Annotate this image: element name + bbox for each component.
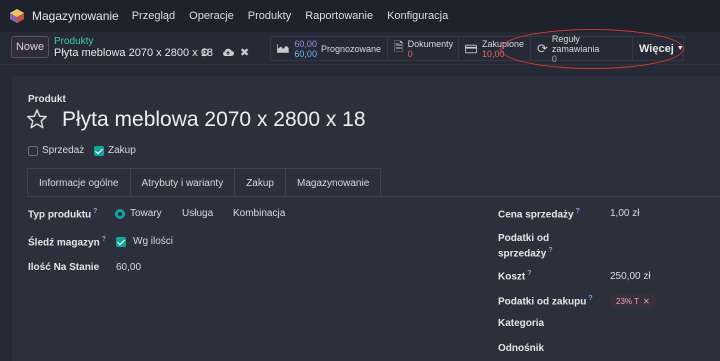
documents-label: Dokumenty bbox=[407, 38, 454, 49]
forecast-value-a: 60,00 bbox=[294, 38, 317, 49]
help-icon[interactable]: ? bbox=[576, 208, 580, 215]
menu-reporting[interactable]: Raportowanie bbox=[305, 10, 373, 22]
product-title[interactable]: Płyta meblowa 2070 x 2800 x 18 bbox=[62, 108, 366, 132]
product-type-goods-label: Towary bbox=[130, 208, 162, 219]
menu-overview[interactable]: Przegląd bbox=[132, 10, 175, 22]
documents-smart-button[interactable]: 🗎 Dokumenty 0 bbox=[388, 37, 459, 60]
track-inventory-label-text: Śledź magazyn bbox=[28, 237, 100, 249]
help-icon[interactable]: ? bbox=[588, 295, 592, 302]
product-type-combo-label[interactable]: Kombinacja bbox=[233, 208, 285, 219]
category-label: Kategoria bbox=[498, 318, 545, 329]
cost-label: Koszt? bbox=[498, 270, 532, 282]
tab-inventory[interactable]: Magazynowanie bbox=[286, 169, 380, 197]
forecast-value-b: 60,00 bbox=[294, 48, 317, 59]
purchase-tax-tag-label: 23% T bbox=[616, 296, 639, 306]
product-type-label-text: Typ produktu bbox=[28, 209, 92, 221]
breadcrumb-current: Płyta meblowa 2070 x 2800 x 18 bbox=[54, 47, 213, 59]
track-inventory-checkbox[interactable] bbox=[116, 237, 126, 247]
help-icon[interactable]: ? bbox=[548, 247, 552, 254]
sale-tax-label-line1: Podatki od bbox=[498, 233, 550, 244]
tab-attributes-variants[interactable]: Atrybuty i warianty bbox=[131, 169, 236, 197]
sale-price-label-text: Cena sprzedaży bbox=[498, 209, 574, 221]
product-form-sheet: Produkt Płyta meblowa 2070 x 2800 x 18 S… bbox=[12, 76, 720, 361]
tab-general-info[interactable]: Informacje ogólne bbox=[28, 169, 131, 197]
sale-checkbox[interactable] bbox=[28, 146, 38, 156]
menu-operations[interactable]: Operacje bbox=[189, 10, 234, 22]
track-inventory-mode[interactable]: Wg ilości bbox=[133, 236, 173, 247]
sale-checkbox-label: Sprzedaż bbox=[42, 145, 85, 156]
cost-label-text: Koszt bbox=[498, 271, 526, 283]
gear-icon[interactable]: ⚙ bbox=[200, 46, 210, 59]
reference-label: Odnośnik bbox=[498, 343, 545, 354]
menu-products[interactable]: Produkty bbox=[248, 10, 291, 22]
discard-icon[interactable]: ✖ bbox=[240, 46, 249, 59]
forecast-smart-button[interactable]: 60,00 60,00 Prognozowane bbox=[271, 37, 388, 60]
purchase-checkbox-label: Zakup bbox=[108, 145, 136, 156]
area-chart-icon bbox=[277, 44, 290, 53]
remove-tag-icon[interactable]: ✕ bbox=[643, 297, 650, 306]
document-icon: 🗎 bbox=[394, 40, 404, 54]
annotation-oval bbox=[500, 29, 684, 69]
app-name[interactable]: Magazynowanie bbox=[32, 9, 119, 23]
purchase-checkbox[interactable] bbox=[94, 146, 104, 156]
product-section-label: Produkt bbox=[28, 94, 66, 105]
help-icon[interactable]: ? bbox=[93, 208, 97, 215]
cloud-upload-icon[interactable] bbox=[222, 47, 234, 57]
purchase-tax-tag[interactable]: 23% T ✕ bbox=[610, 294, 656, 308]
qty-on-hand-label: Ilość Na Stanie bbox=[28, 262, 100, 273]
menu-configuration[interactable]: Konfiguracja bbox=[387, 10, 448, 22]
top-navbar: Magazynowanie Przegląd Operacje Produkty… bbox=[0, 0, 720, 32]
track-inventory-label: Śledź magazyn? bbox=[28, 236, 106, 248]
inventory-app-icon[interactable] bbox=[9, 8, 25, 24]
sale-price-label: Cena sprzedaży? bbox=[498, 208, 580, 220]
product-type-label: Typ produktu? bbox=[28, 208, 97, 220]
help-icon[interactable]: ? bbox=[527, 270, 531, 277]
cost-value[interactable]: 250,00 zł bbox=[610, 271, 651, 282]
product-type-goods-radio[interactable] bbox=[115, 209, 125, 219]
tab-purchase[interactable]: Zakup bbox=[235, 169, 286, 197]
documents-count: 0 bbox=[407, 48, 413, 59]
sale-price-value[interactable]: 1,00 zł bbox=[610, 208, 639, 219]
help-icon[interactable]: ? bbox=[102, 236, 106, 243]
favorite-star-icon[interactable] bbox=[26, 108, 48, 130]
forecast-label: Prognozowane bbox=[320, 43, 381, 54]
tabs-divider bbox=[27, 196, 720, 197]
purchase-tax-label-text: Podatki od zakupu bbox=[498, 296, 587, 308]
sale-tax-label: sprzedaży? bbox=[498, 247, 553, 259]
form-tabs: Informacje ogólne Atrybuty i warianty Za… bbox=[27, 168, 382, 197]
new-button[interactable]: Nowe bbox=[11, 36, 49, 58]
product-type-service-label[interactable]: Usługa bbox=[182, 208, 213, 219]
qty-on-hand-value: 60,00 bbox=[116, 262, 142, 273]
sale-tax-label-text: sprzedaży bbox=[498, 248, 547, 260]
purchase-tax-label: Podatki od zakupu? bbox=[498, 295, 593, 307]
credit-card-icon bbox=[465, 44, 477, 53]
breadcrumb-parent[interactable]: Produkty bbox=[54, 36, 93, 47]
